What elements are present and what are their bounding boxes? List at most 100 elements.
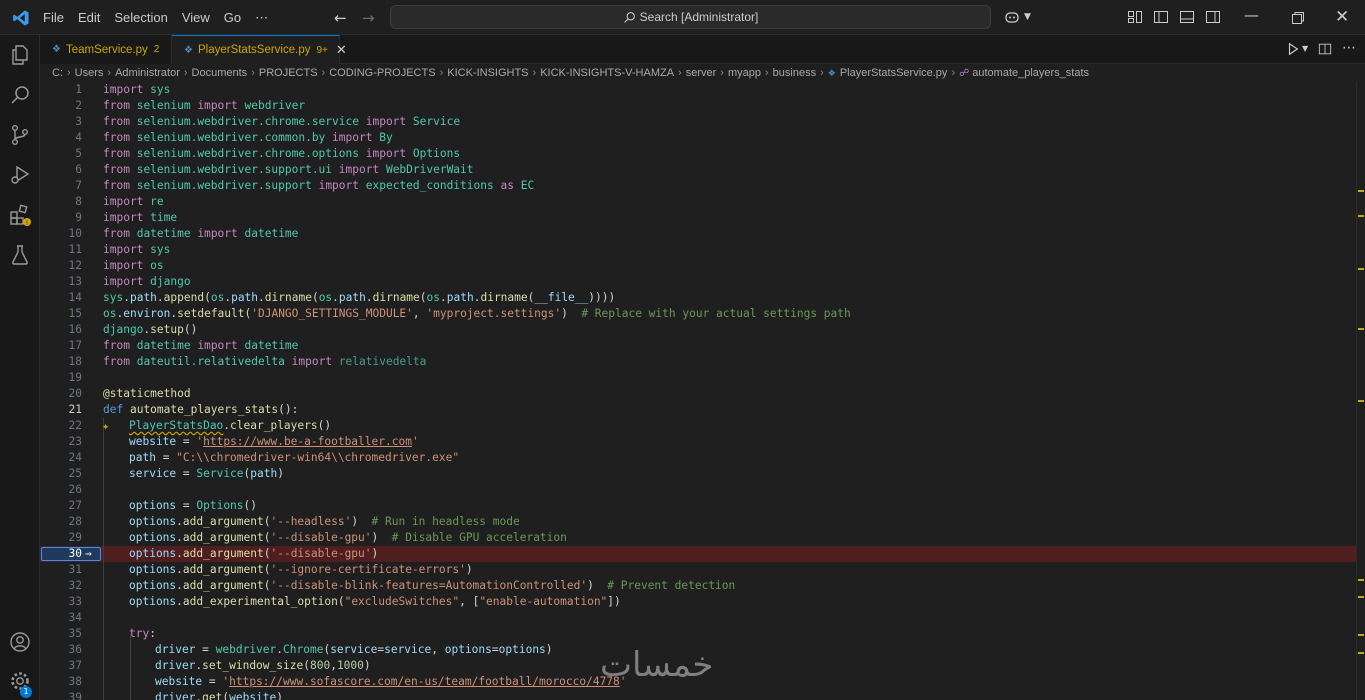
python-file-icon: ❖	[52, 44, 61, 55]
chevron-right-icon: ›	[951, 67, 956, 79]
breadcrumb-item[interactable]: KICK-INSIGHTS-V-HAMZA	[540, 67, 674, 79]
code-line: 34	[68, 611, 82, 624]
sparkle-icon[interactable]: ✦	[102, 418, 109, 434]
chevron-right-icon: ›	[820, 67, 824, 79]
toggle-primary-sidebar-icon[interactable]	[1153, 9, 1169, 25]
restore-icon[interactable]	[1290, 10, 1306, 26]
split-editor-icon[interactable]	[1318, 42, 1332, 56]
code-line: 8 import re	[75, 195, 164, 208]
code-line: 10 from datetime import datetime	[68, 227, 299, 240]
activity-bar: ! 1	[0, 35, 40, 700]
code-line: 2 from selenium import webdriver	[75, 99, 306, 112]
svg-text:!: !	[26, 220, 28, 227]
python-file-icon: ❖	[827, 67, 836, 78]
testing-flask-icon[interactable]	[8, 243, 32, 267]
code-line: 6 from selenium.webdriver.support.ui impo…	[75, 163, 474, 176]
command-center-search[interactable]: Search [Administrator]	[390, 5, 991, 29]
code-line: 26	[68, 483, 82, 496]
python-file-icon: ❖	[184, 44, 193, 56]
code-line: 35 try:	[68, 627, 156, 640]
code-editor[interactable]: 1 import sys 2 from selenium import webdri…	[40, 82, 1356, 700]
overview-warning-mark	[1358, 215, 1364, 217]
code-line: 27 options = Options()	[68, 499, 258, 512]
editor-scrollbar[interactable]	[1356, 82, 1365, 700]
code-line: 33 options.add_experimental_option("exclu…	[68, 595, 621, 608]
accounts-badge: 1	[20, 686, 32, 698]
editor-tabs: ❖ TeamService.py 2 ❖ PlayerStatsService.…	[40, 35, 1365, 64]
code-line: 18 from dateutil.relativedelta import rel…	[68, 355, 427, 368]
menu-bar: File Edit Selection View Go ⋯	[36, 0, 275, 35]
run-python-file-icon[interactable]	[1286, 42, 1300, 56]
forward-arrow-icon[interactable]: →	[362, 9, 375, 27]
accounts-icon[interactable]	[8, 630, 32, 654]
copilot-icon[interactable]	[1004, 9, 1020, 25]
code-line: 4 from selenium.webdriver.common.by impor…	[75, 131, 393, 144]
code-line: 13 import django	[68, 275, 191, 288]
overview-warning-mark	[1358, 328, 1364, 330]
breadcrumb-item[interactable]: PlayerStatsService.py	[840, 67, 948, 79]
explorer-icon[interactable]	[8, 43, 32, 67]
breadcrumb: C: › Users › Administrator › Documents › PRO…	[40, 64, 1365, 82]
code-line: 31 options.add_argument('--ignore-certifi…	[68, 563, 473, 576]
code-line: 20 @staticmethod	[68, 387, 191, 400]
search-label: Search [Administrator]	[639, 10, 759, 24]
customize-layout-icon[interactable]	[1127, 9, 1143, 25]
breadcrumb-item[interactable]: Users	[75, 67, 104, 79]
breadcrumb-item[interactable]: Administrator	[115, 67, 180, 79]
menu-selection[interactable]: Selection	[107, 10, 174, 25]
search-view-icon[interactable]	[8, 83, 32, 107]
code-line: 24 path = "C:\\chromedriver-win64\\chrome…	[68, 451, 460, 464]
overview-warning-mark	[1358, 190, 1364, 192]
breadcrumb-item[interactable]: KICK-INSIGHTS	[447, 67, 528, 79]
menu-more[interactable]: ⋯	[248, 10, 275, 26]
breadcrumb-item[interactable]: CODING-PROJECTS	[329, 67, 435, 79]
breadcrumb-item[interactable]: myapp	[728, 67, 761, 79]
back-arrow-icon[interactable]: ←	[334, 9, 347, 27]
code-line: 23 website = 'https://www.be-a-footballer…	[68, 435, 419, 448]
source-control-icon[interactable]	[8, 123, 32, 147]
run-chevron-down-icon[interactable]: ▼	[1302, 44, 1308, 53]
code-line: 16 django.setup()	[68, 323, 198, 336]
code-line: 19	[68, 371, 82, 384]
breadcrumb-item[interactable]: Documents	[192, 67, 248, 79]
breadcrumb-item[interactable]: C:	[52, 67, 63, 79]
close-tab-icon[interactable]: ✕	[336, 42, 347, 58]
menu-go[interactable]: Go	[217, 10, 248, 25]
code-line: 39 driver.get(website)	[68, 691, 284, 700]
tab-team-service[interactable]: ❖ TeamService.py 2	[40, 35, 172, 64]
menu-file[interactable]: File	[36, 10, 71, 25]
close-window-icon[interactable]: ✕	[1335, 7, 1349, 27]
overview-warning-mark	[1358, 268, 1364, 270]
code-line: 3 from selenium.webdriver.chrome.service …	[75, 115, 461, 128]
code-line: 1 import sys	[75, 83, 171, 96]
overview-warning-mark	[1358, 652, 1364, 654]
problems-badge: 2	[153, 44, 160, 55]
chevron-right-icon: ›	[720, 67, 724, 79]
toggle-panel-icon[interactable]	[1179, 9, 1195, 25]
breadcrumb-item[interactable]: server	[686, 67, 717, 79]
code-line: 29 options.add_argument('--disable-gpu') …	[68, 531, 567, 544]
run-and-debug-icon[interactable]	[8, 163, 32, 187]
breadcrumb-item[interactable]: PROJECTS	[259, 67, 318, 79]
code-line: 9 import time	[75, 211, 178, 224]
code-line-current: 21 def automate_players_stats():	[68, 403, 299, 416]
code-line: 32 options.add_argument('--disable-blink-…	[68, 579, 736, 592]
chevron-right-icon: ›	[67, 67, 71, 79]
tab-player-stats-service[interactable]: ❖ PlayerStatsService.py 9+ ✕	[172, 35, 347, 64]
minimize-icon[interactable]: —	[1244, 6, 1259, 24]
extensions-icon[interactable]: !	[8, 203, 32, 227]
tab-label: PlayerStatsService.py	[197, 44, 311, 56]
more-actions-icon[interactable]: ⋯	[1342, 40, 1356, 56]
chevron-right-icon: ›	[764, 67, 769, 79]
breadcrumb-item[interactable]: business	[773, 67, 816, 79]
menu-view[interactable]: View	[175, 10, 217, 25]
copilot-chevron-down-icon[interactable]: ▼	[1024, 12, 1031, 22]
title-bar: File Edit Selection View Go ⋯ ← → Search…	[0, 0, 1365, 35]
debug-arrow-icon: →	[85, 547, 92, 560]
toggle-secondary-sidebar-icon[interactable]	[1205, 9, 1221, 25]
problems-badge: 9+	[316, 44, 328, 56]
watermark-logo: خمسات	[600, 645, 714, 685]
chevron-right-icon: ›	[321, 67, 326, 79]
breadcrumb-item[interactable]: automate_players_stats	[972, 67, 1089, 79]
menu-edit[interactable]: Edit	[71, 10, 107, 25]
